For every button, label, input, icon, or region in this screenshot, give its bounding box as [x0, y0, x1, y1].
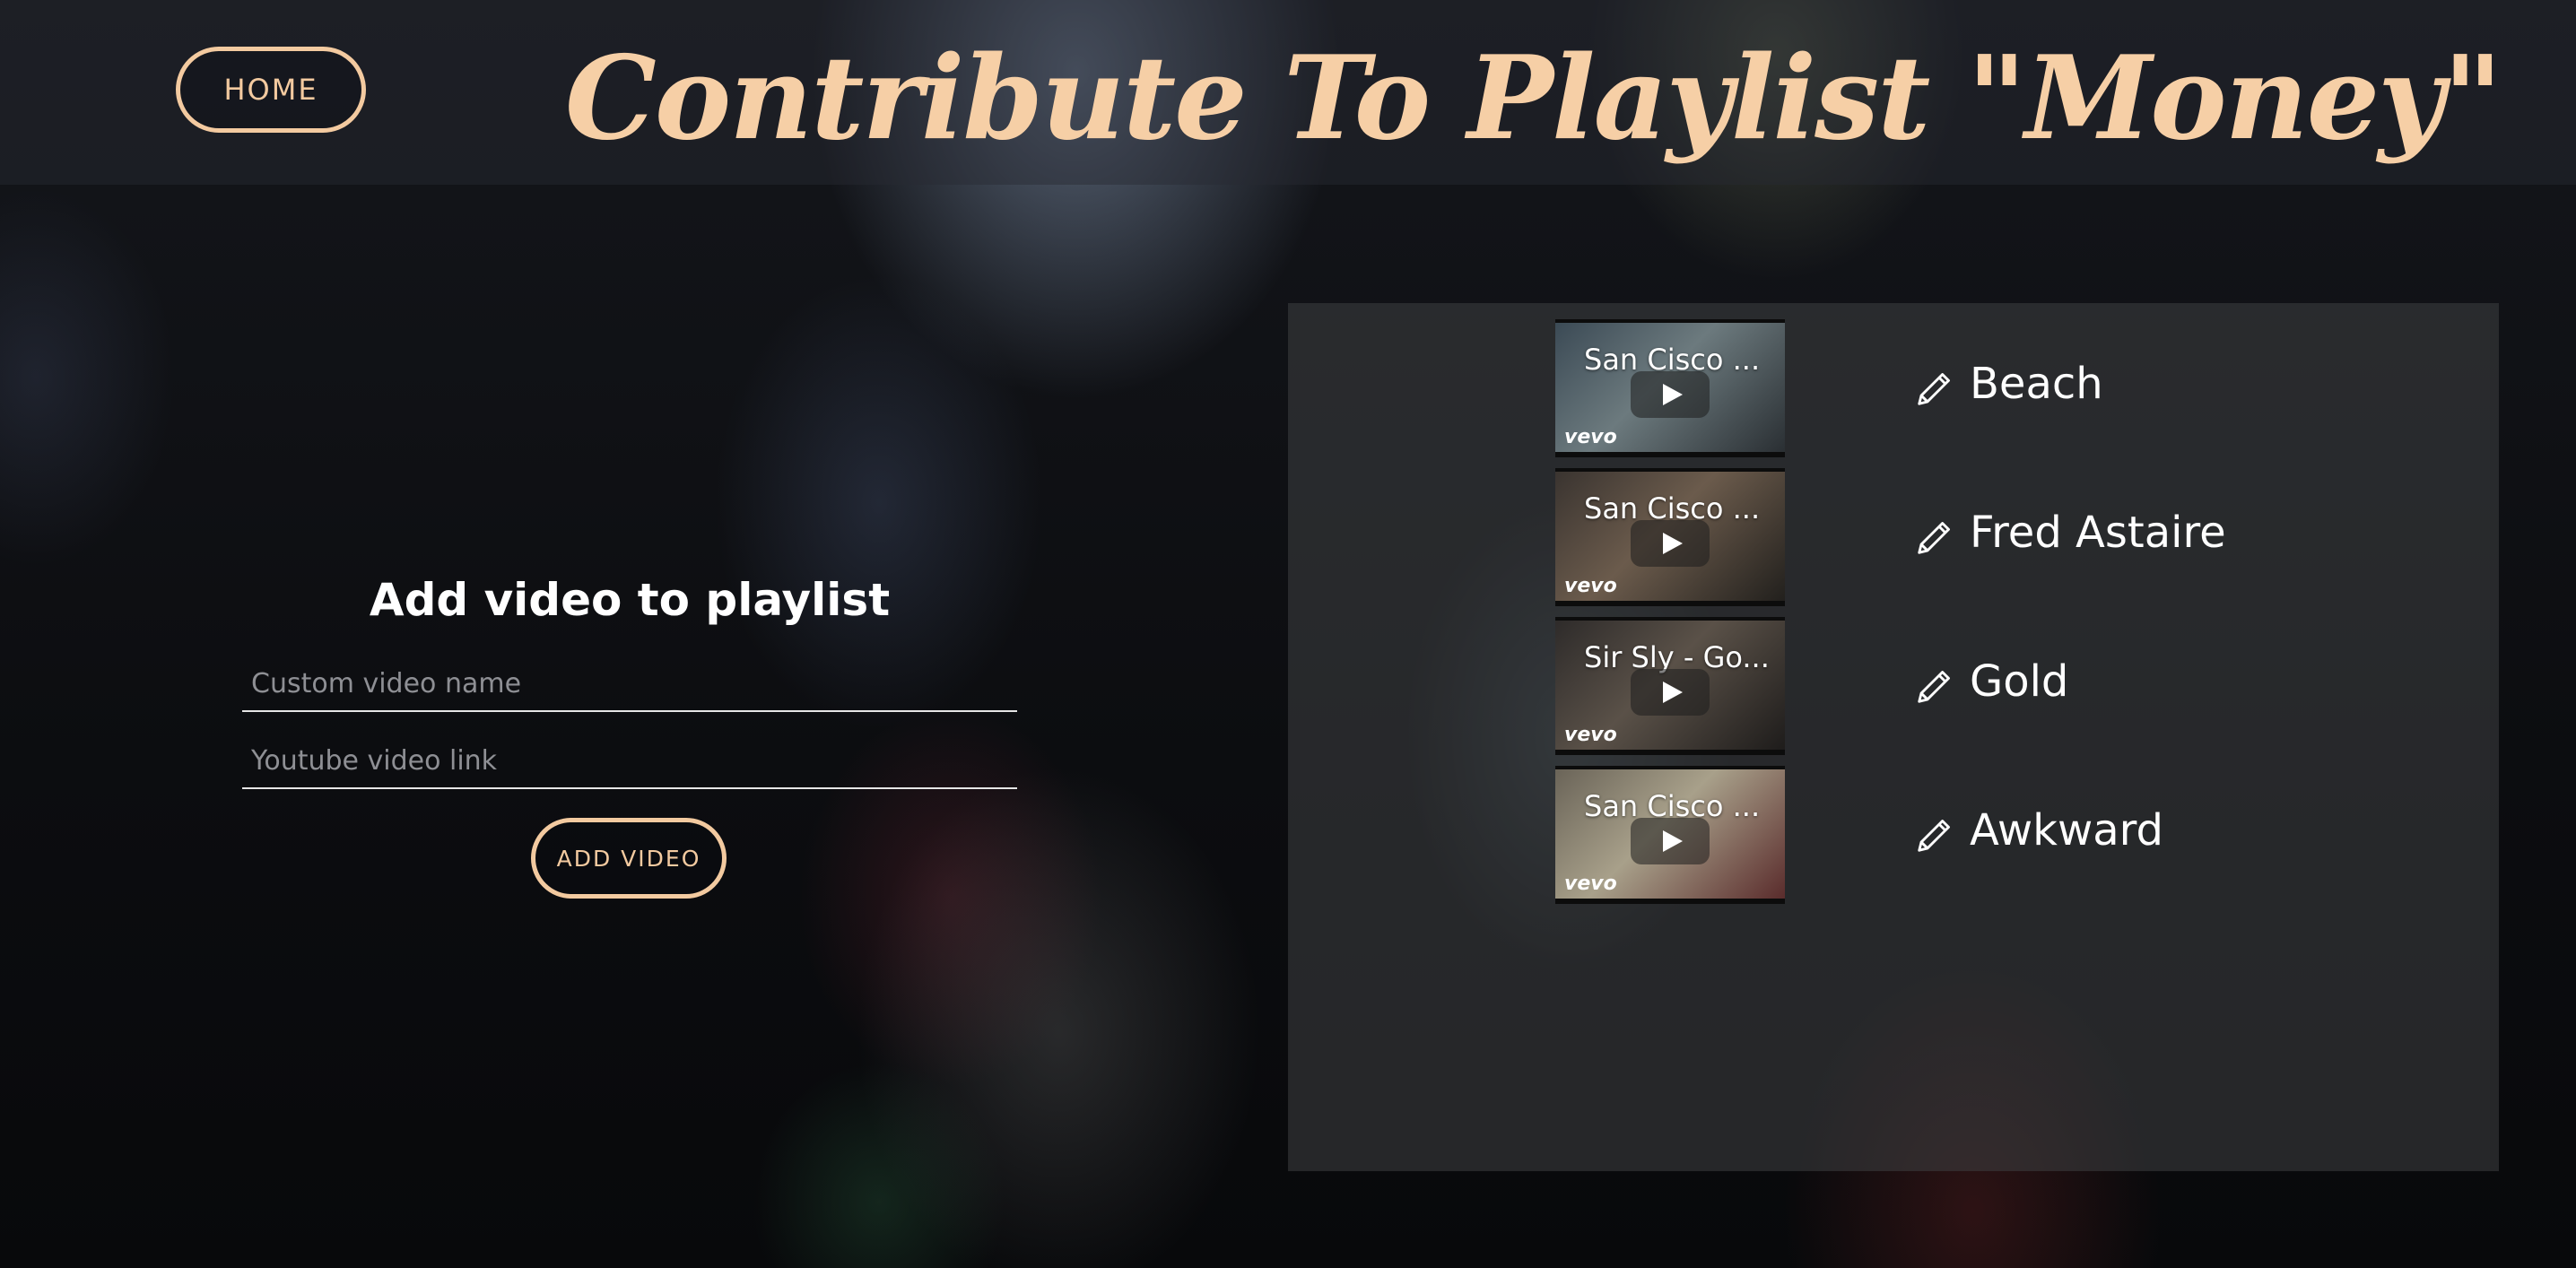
- playlist-item: Sir Sly - Go... vevo Gold: [1288, 617, 2499, 760]
- header: HOME Contribute To Playlist "Money": [0, 0, 2576, 185]
- pencil-icon[interactable]: [1914, 517, 1955, 558]
- pencil-icon[interactable]: [1914, 368, 1955, 409]
- video-name: Gold: [1970, 656, 2069, 707]
- vevo-logo: vevo: [1564, 724, 1617, 746]
- form-title: Add video to playlist: [369, 574, 891, 626]
- play-icon[interactable]: [1631, 669, 1710, 716]
- vevo-logo: vevo: [1564, 575, 1617, 597]
- play-icon[interactable]: [1631, 520, 1710, 567]
- page: HOME Contribute To Playlist "Money" Add …: [0, 0, 2576, 1268]
- video-thumbnail[interactable]: Sir Sly - Go... vevo: [1555, 617, 1785, 755]
- play-icon[interactable]: [1631, 371, 1710, 418]
- page-title: Contribute To Playlist "Money": [565, 31, 2502, 166]
- add-video-form: Add video to playlist ADD VIDEO: [242, 565, 1017, 906]
- video-thumbnail[interactable]: San Cisco ... vevo: [1555, 766, 1785, 904]
- playlist-item: San Cisco ... vevo Awkward: [1288, 766, 2499, 909]
- youtube-link-input[interactable]: [242, 734, 1017, 789]
- playlist-item: San Cisco ... vevo Beach: [1288, 319, 2499, 463]
- home-button[interactable]: HOME: [176, 47, 366, 133]
- play-icon[interactable]: [1631, 818, 1710, 864]
- playlist-item: San Cisco ... vevo Fred Astaire: [1288, 468, 2499, 612]
- video-name: Beach: [1970, 359, 2103, 409]
- pencil-icon[interactable]: [1914, 665, 1955, 707]
- video-thumbnail[interactable]: San Cisco ... vevo: [1555, 319, 1785, 457]
- playlist-panel: San Cisco ... vevo Beach San Cisco ... v…: [1288, 303, 2499, 1171]
- video-name: Awkward: [1970, 805, 2163, 855]
- vevo-logo: vevo: [1564, 426, 1617, 448]
- vevo-logo: vevo: [1564, 873, 1617, 895]
- pencil-icon[interactable]: [1914, 814, 1955, 855]
- video-thumbnail[interactable]: San Cisco ... vevo: [1555, 468, 1785, 606]
- video-name: Fred Astaire: [1970, 508, 2226, 558]
- custom-video-name-input[interactable]: [242, 656, 1017, 712]
- add-video-button[interactable]: ADD VIDEO: [531, 818, 727, 899]
